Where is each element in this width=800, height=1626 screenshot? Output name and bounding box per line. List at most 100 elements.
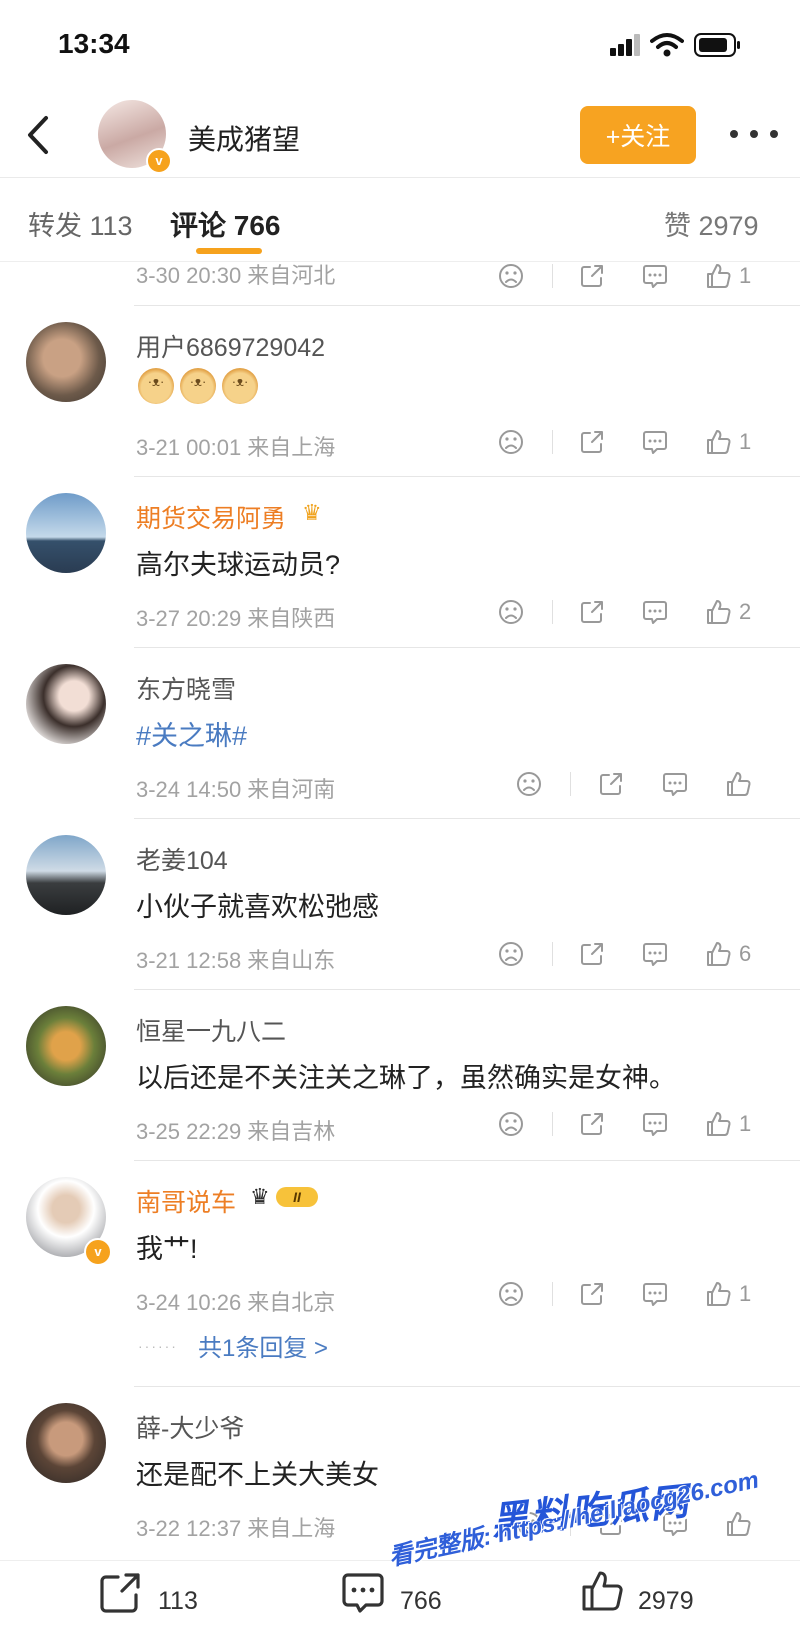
vip-level-badge-icon: ♛ II <box>250 1184 322 1210</box>
reply-icon[interactable] <box>641 598 669 626</box>
follow-button[interactable]: +关注 <box>580 106 696 164</box>
avatar[interactable] <box>26 664 106 744</box>
dislike-icon[interactable] <box>497 598 525 626</box>
dislike-icon[interactable] <box>497 1110 525 1138</box>
chevron-left-icon <box>28 116 48 154</box>
dislike-icon[interactable] <box>497 428 525 456</box>
repost-count: 113 <box>158 1587 198 1615</box>
reply-icon[interactable] <box>661 770 689 798</box>
action-separator <box>552 1112 553 1136</box>
action-separator <box>552 600 553 624</box>
like-count: 1 <box>739 263 752 288</box>
tab-likes[interactable]: 赞 2979 <box>664 204 759 243</box>
like-icon[interactable] <box>725 770 753 798</box>
repost-icon[interactable] <box>98 1569 144 1615</box>
like-icon[interactable] <box>705 262 733 290</box>
tab-reposts[interactable]: 转发 113 <box>28 204 133 243</box>
comment-meta: 3-24 10:26 来自北京 <box>136 1290 336 1315</box>
dislike-icon[interactable] <box>497 262 525 290</box>
comment-meta: 3-30 20:30 来自河北 <box>136 263 336 288</box>
comment-username[interactable]: 老姜104 <box>136 841 228 877</box>
row-divider <box>134 647 800 648</box>
comment-meta: 3-21 12:58 来自山东 <box>136 948 336 973</box>
comment-text: 还是配不上关大美女 <box>136 1460 379 1490</box>
header-divider <box>0 177 800 178</box>
doge-emoji-icon <box>138 368 174 404</box>
action-separator <box>570 772 571 796</box>
row-divider <box>134 989 800 990</box>
verified-badge-icon: v <box>84 1238 112 1266</box>
comment-text: 高尔夫球运动员? <box>136 550 341 580</box>
back-button[interactable] <box>20 110 60 160</box>
reply-icon[interactable] <box>641 428 669 456</box>
vip-crown-icon: ♛ <box>302 500 322 525</box>
comment-meta: 3-22 12:37 来自上海 <box>136 1516 336 1541</box>
verified-badge-icon: v <box>146 148 172 174</box>
like-icon[interactable] <box>725 1510 753 1538</box>
reply-dots: ······ <box>138 1338 178 1354</box>
row-divider <box>134 476 800 477</box>
comment-username[interactable]: 薛-大少爷 <box>136 1409 244 1445</box>
share-icon[interactable] <box>578 1280 606 1308</box>
avatar[interactable] <box>26 835 106 915</box>
like-icon[interactable] <box>705 1280 733 1308</box>
share-icon[interactable] <box>578 598 606 626</box>
comment-username[interactable]: 南哥说车 <box>136 1183 236 1219</box>
reply-icon[interactable] <box>641 262 669 290</box>
like-icon[interactable] <box>705 428 733 456</box>
comment-icon[interactable] <box>340 1569 386 1615</box>
like-icon[interactable] <box>705 1110 733 1138</box>
avatar[interactable] <box>26 322 106 402</box>
row-divider <box>134 305 800 306</box>
battery-icon <box>694 33 742 57</box>
comment-username[interactable]: 东方晓雪 <box>136 670 236 706</box>
signal-icon <box>610 34 642 56</box>
comment-meta: 3-24 14:50 来自河南 <box>136 777 336 802</box>
action-separator <box>552 264 553 288</box>
dislike-icon[interactable] <box>497 1280 525 1308</box>
avatar[interactable] <box>26 1403 106 1483</box>
like-count: 1 <box>739 1111 752 1136</box>
author-name[interactable]: 美成猪望 <box>188 118 300 158</box>
doge-emoji-icon <box>180 368 216 404</box>
like-icon[interactable] <box>580 1567 626 1613</box>
comment-username[interactable]: 期货交易阿勇 <box>136 499 286 535</box>
dislike-icon[interactable] <box>497 940 525 968</box>
share-icon[interactable] <box>578 1110 606 1138</box>
comment-count: 766 <box>400 1587 442 1615</box>
comment-meta: 3-27 20:29 来自陕西 <box>136 606 336 631</box>
share-icon[interactable] <box>578 940 606 968</box>
tab-comments[interactable]: 评论 766 <box>170 204 281 244</box>
view-replies-link[interactable]: 共1条回复 > <box>198 1328 328 1363</box>
comment-text: 小伙子就喜欢松弛感 <box>136 892 379 922</box>
like-count: 6 <box>739 941 752 966</box>
reply-icon[interactable] <box>641 1110 669 1138</box>
comment-username[interactable]: 用户6869729042 <box>136 328 325 364</box>
like-icon[interactable] <box>705 940 733 968</box>
comment-list: 3-30 20:30 来自河北 用户6869729042 3-21 00:01 … <box>0 262 800 1560</box>
row-divider <box>134 818 800 819</box>
more-options-icon[interactable] <box>730 130 778 142</box>
row-divider <box>134 1160 800 1161</box>
like-count: 1 <box>739 1281 752 1306</box>
like-count: 2979 <box>638 1587 694 1615</box>
action-separator <box>552 1282 553 1306</box>
like-icon[interactable] <box>705 598 733 626</box>
action-separator <box>552 430 553 454</box>
like-count: 1 <box>739 429 752 454</box>
comment-topic-link[interactable]: #关之琳# <box>136 714 247 753</box>
comment-username[interactable]: 恒星一九八二 <box>136 1012 286 1048</box>
wifi-icon <box>650 32 684 58</box>
comment-text: 以后还是不关注关之琳了，虽然确实是女神。 <box>136 1063 676 1093</box>
share-icon[interactable] <box>578 428 606 456</box>
dislike-icon[interactable] <box>515 770 543 798</box>
avatar[interactable] <box>26 1006 106 1086</box>
reply-icon[interactable] <box>641 1280 669 1308</box>
share-icon[interactable] <box>578 262 606 290</box>
share-icon[interactable] <box>597 770 625 798</box>
reply-icon[interactable] <box>641 940 669 968</box>
like-count: 2 <box>739 599 752 624</box>
comment-meta: 3-21 00:01 来自上海 <box>136 435 336 460</box>
status-time: 13:34 <box>58 28 130 59</box>
avatar[interactable] <box>26 493 106 573</box>
